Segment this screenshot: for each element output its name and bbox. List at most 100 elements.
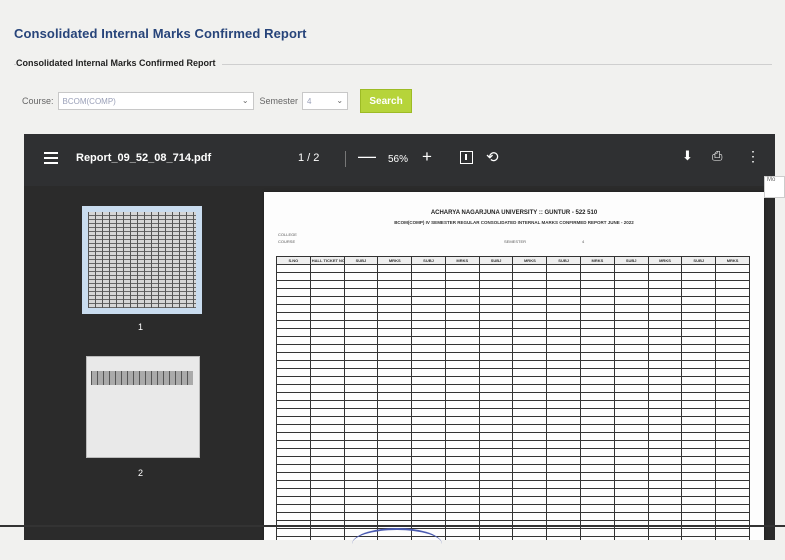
table-cell <box>478 280 514 289</box>
table-cell <box>276 376 311 385</box>
table-cell <box>377 488 413 497</box>
table-cell <box>343 360 379 369</box>
menu-icon[interactable] <box>44 149 58 167</box>
table-cell <box>444 456 480 465</box>
more-options-icon[interactable]: ⋮ <box>746 148 760 165</box>
course-select[interactable]: BCOM(COMP) ⌄ <box>57 92 254 110</box>
table-cell <box>276 424 311 433</box>
table-cell <box>681 472 717 481</box>
table-cell <box>309 384 345 393</box>
table-cell <box>512 536 548 540</box>
table-cell <box>276 528 311 537</box>
table-cell <box>546 424 582 433</box>
table-cell <box>715 288 750 297</box>
table-cell <box>647 496 683 505</box>
table-cell <box>512 336 548 345</box>
table-cell <box>681 488 717 497</box>
table-cell <box>613 352 649 361</box>
semester-select[interactable]: 4 ⌄ <box>302 92 349 110</box>
chevron-down-icon: ⌄ <box>336 96 344 105</box>
table-cell <box>681 448 717 457</box>
print-icon[interactable]: ⎙ <box>712 148 722 164</box>
table-cell <box>681 312 717 321</box>
table-cell <box>715 392 750 401</box>
table-cell <box>647 488 683 497</box>
table-cell <box>715 384 750 393</box>
table-cell <box>512 288 548 297</box>
table-cell <box>377 288 413 297</box>
table-cell <box>343 272 379 281</box>
document-title: ACHARYA NAGARJUNA UNIVERSITY :: GUNTUR -… <box>430 210 598 216</box>
table-cell <box>343 264 379 273</box>
table-cell <box>681 400 717 409</box>
table-cell <box>613 280 649 289</box>
table-cell <box>276 288 311 297</box>
table-cell <box>512 320 548 329</box>
table-row <box>276 392 750 401</box>
table-cell <box>681 408 717 417</box>
table-header-cell: MRKS <box>715 256 750 265</box>
filter-row: Course: BCOM(COMP) ⌄ Semester 4 ⌄ Search <box>22 88 413 114</box>
table-cell <box>377 440 413 449</box>
table-header-cell: SUBJ <box>343 256 379 265</box>
table-cell <box>647 416 683 425</box>
table-cell <box>546 272 582 281</box>
table-cell <box>647 264 683 273</box>
download-icon[interactable]: ⬇ <box>682 148 693 164</box>
page-indicator[interactable]: 1 / 2 <box>298 152 319 164</box>
table-cell <box>546 400 582 409</box>
table-cell <box>580 400 615 409</box>
document-subtitle: BCOM(COMP) IV SEMESTER REGULAR CONSOLIDA… <box>394 220 634 225</box>
table-cell <box>377 512 413 521</box>
table-row <box>276 376 750 385</box>
table-cell <box>343 392 379 401</box>
table-cell <box>580 392 615 401</box>
table-cell <box>715 312 750 321</box>
table-cell <box>276 504 311 513</box>
table-cell <box>546 504 582 513</box>
table-cell <box>309 264 345 273</box>
table-cell <box>546 488 582 497</box>
table-cell <box>580 352 615 361</box>
table-cell <box>444 392 480 401</box>
table-cell <box>309 392 345 401</box>
table-cell <box>580 288 615 297</box>
table-cell <box>276 456 311 465</box>
fit-page-icon[interactable] <box>460 151 473 164</box>
table-cell <box>478 384 514 393</box>
table-cell <box>647 272 683 281</box>
table-cell <box>276 448 311 457</box>
table-cell <box>512 528 548 537</box>
page-thumbnail-2[interactable] <box>86 356 200 458</box>
table-cell <box>377 416 413 425</box>
rotate-icon[interactable]: ⟲ <box>486 148 499 166</box>
table-cell <box>343 296 379 305</box>
table-cell <box>580 280 615 289</box>
zoom-out-icon[interactable]: — <box>358 146 376 167</box>
table-cell <box>309 280 345 289</box>
table-header-cell: MRKS <box>647 256 683 265</box>
zoom-in-icon[interactable]: + <box>422 147 432 167</box>
page-edge <box>0 525 785 527</box>
table-cell <box>580 528 615 537</box>
table-cell <box>276 368 311 377</box>
side-tab[interactable]: Mo <box>764 176 785 198</box>
table-cell <box>444 336 480 345</box>
table-cell <box>580 424 615 433</box>
table-cell <box>580 440 615 449</box>
table-cell <box>411 424 446 433</box>
table-cell <box>681 296 717 305</box>
table-row <box>276 512 750 521</box>
table-cell <box>411 328 446 337</box>
table-cell <box>546 304 582 313</box>
table-row <box>276 464 750 473</box>
table-cell <box>276 384 311 393</box>
search-button[interactable]: Search <box>360 89 413 113</box>
table-cell <box>377 280 413 289</box>
table-cell <box>613 312 649 321</box>
table-row <box>276 416 750 425</box>
table-cell <box>715 416 750 425</box>
table-cell <box>613 432 649 441</box>
table-cell <box>377 408 413 417</box>
page-thumbnail-1[interactable] <box>82 206 202 314</box>
